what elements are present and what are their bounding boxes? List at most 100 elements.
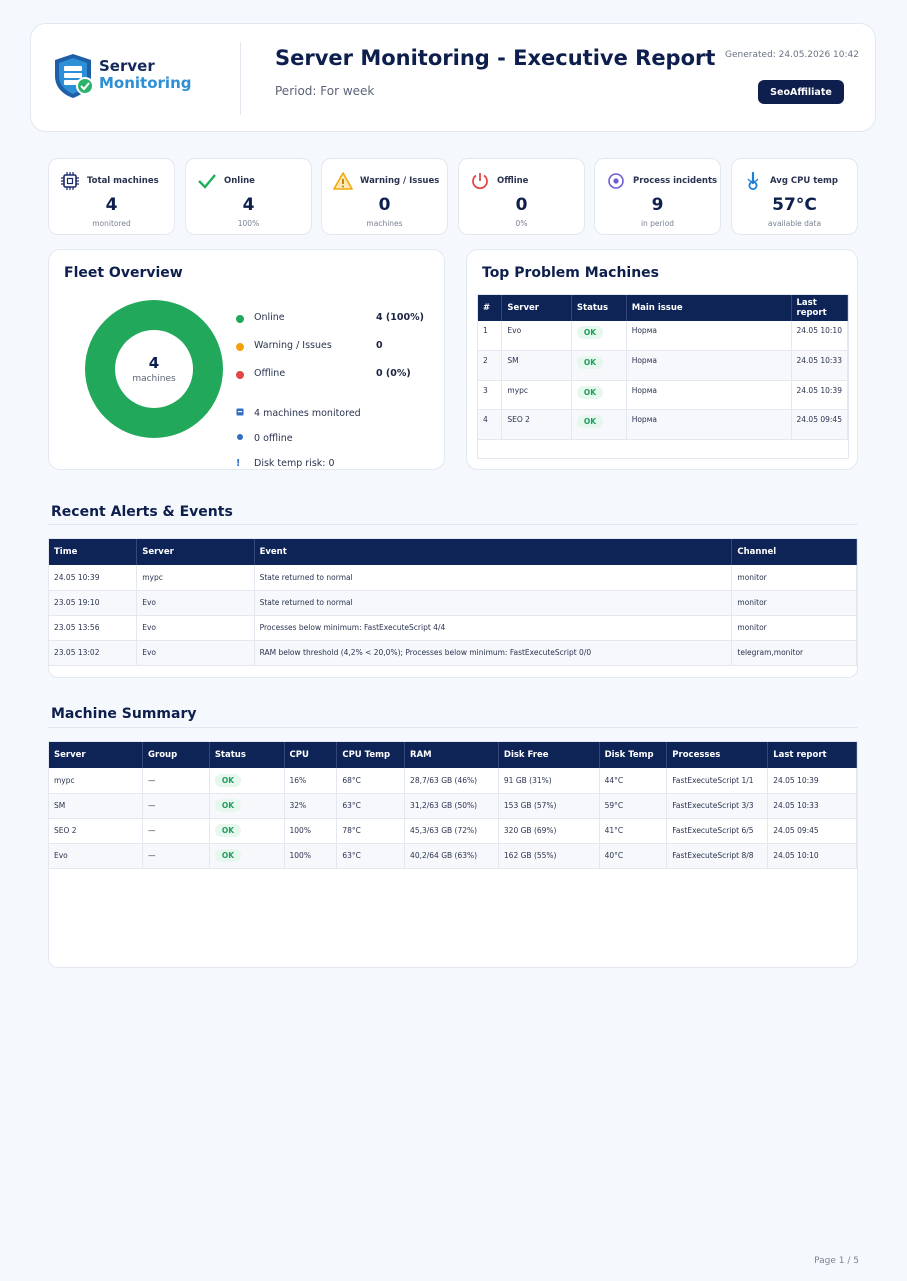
column-header: Status bbox=[209, 742, 285, 768]
cell-last-report: 24.05 10:33 bbox=[791, 350, 848, 381]
donut-center: 4 machines bbox=[114, 354, 194, 384]
cell-cpu: 100% bbox=[284, 818, 338, 844]
kpi-label: Warning / Issues bbox=[360, 176, 440, 186]
kpi-sub: monitored bbox=[92, 219, 131, 228]
legend-offline: Offline 0 (0%) bbox=[236, 368, 426, 382]
column-header: Last report bbox=[791, 295, 848, 321]
table-row: 24.05 10:39 mypc State returned to norma… bbox=[49, 565, 857, 591]
kpi-label: Avg CPU temp bbox=[770, 176, 838, 186]
problems-table-wrapper: # Server Status Main issue Last report 1… bbox=[477, 294, 849, 459]
cell-disk-temp: 41°C bbox=[599, 818, 668, 844]
table-header-row: Time Server Event Channel bbox=[49, 539, 857, 565]
table-row: Evo — OK 100% 63°C 40,2/64 GB (63%) 162 … bbox=[49, 843, 857, 869]
column-header: Disk Free bbox=[498, 742, 600, 768]
cell-last-report: 24.05 09:45 bbox=[791, 409, 848, 440]
cell-ram: 45,3/63 GB (72%) bbox=[404, 818, 499, 844]
recent-alerts-title: Recent Alerts & Events bbox=[51, 504, 233, 520]
cell-main-issue: Норма bbox=[626, 321, 792, 351]
column-header: CPU bbox=[284, 742, 338, 768]
stat-offline: 0 offline bbox=[236, 433, 293, 444]
cell-cpu-temp: 63°C bbox=[336, 843, 406, 869]
donut-center-value: 4 bbox=[148, 354, 160, 372]
cell-last-report: 24.05 10:33 bbox=[767, 793, 857, 819]
column-header: Server bbox=[501, 295, 572, 321]
cell-main-issue: Норма bbox=[626, 409, 792, 440]
kpi-sub: available data bbox=[767, 219, 822, 228]
status-badge: OK bbox=[576, 326, 604, 339]
cell-cpu: 32% bbox=[284, 793, 338, 819]
cell-last-report: 24.05 10:39 bbox=[767, 768, 857, 794]
kpi-value: 0 bbox=[515, 195, 528, 215]
cell-channel: monitor bbox=[731, 590, 857, 616]
table-row: 4 SEO 2 OK Норма 24.05 09:45 bbox=[478, 409, 848, 440]
status-badge: OK bbox=[576, 356, 604, 369]
column-header: Server bbox=[49, 742, 144, 768]
shield-logo-icon bbox=[55, 54, 94, 98]
legend-label: Online bbox=[254, 312, 285, 323]
cell-rank: 2 bbox=[478, 350, 503, 381]
recent-alerts-table-card: Time Server Event Channel 24.05 10:39 my… bbox=[48, 538, 858, 678]
cell-time: 24.05 10:39 bbox=[49, 565, 138, 591]
cell-cpu: 100% bbox=[284, 843, 338, 869]
cell-server: SM bbox=[501, 350, 572, 381]
machine-summary-title: Machine Summary bbox=[51, 706, 197, 722]
cell-cpu: 16% bbox=[284, 768, 338, 794]
cell-disk-free: 320 GB (69%) bbox=[498, 818, 600, 844]
column-header: Time bbox=[49, 539, 138, 565]
check-icon bbox=[196, 170, 218, 192]
section-divider bbox=[48, 727, 858, 728]
status-badge: OK bbox=[576, 415, 604, 428]
cell-status: OK bbox=[571, 409, 627, 440]
table-row: SEO 2 — OK 100% 78°C 45,3/63 GB (72%) 32… bbox=[49, 818, 857, 844]
power-icon bbox=[469, 170, 491, 192]
cell-server: Evo bbox=[136, 590, 255, 616]
warning-icon bbox=[332, 170, 354, 192]
logo-text-line2: Monitoring bbox=[99, 74, 192, 92]
stat-text: 4 machines monitored bbox=[254, 408, 361, 419]
table-row: 3 mypc OK Норма 24.05 10:39 bbox=[478, 380, 848, 410]
legend-value: 0 bbox=[376, 340, 383, 351]
status-badge: OK bbox=[214, 773, 241, 787]
cell-event: Processes below minimum: FastExecuteScri… bbox=[254, 615, 733, 641]
table-row: 23.05 13:56 Evo Processes below minimum:… bbox=[49, 615, 857, 641]
kpi-sub: 0% bbox=[515, 219, 528, 228]
report-period: Period: For week bbox=[275, 84, 375, 98]
cell-last-report: 24.05 09:45 bbox=[767, 818, 857, 844]
kpi-sub: 100% bbox=[237, 219, 260, 228]
cell-cpu-temp: 63°C bbox=[336, 793, 406, 819]
machine-summary-table-card: Server Group Status CPU CPU Temp RAM Dis… bbox=[48, 741, 858, 968]
cell-disk-temp: 40°C bbox=[599, 843, 668, 869]
cell-status: OK bbox=[209, 768, 285, 794]
cell-processes: FastExecuteScript 6/5 bbox=[666, 818, 769, 844]
cell-status: OK bbox=[571, 350, 627, 381]
cell-status: OK bbox=[571, 321, 627, 351]
column-header: CPU Temp bbox=[336, 742, 406, 768]
dot-icon bbox=[236, 433, 254, 444]
kpi-label: Offline bbox=[497, 176, 529, 186]
kpi-card-process-incidents: Process incidents 9 in period bbox=[594, 158, 721, 235]
table-row: SM — OK 32% 63°C 31,2/63 GB (50%) 153 GB… bbox=[49, 793, 857, 819]
kpi-card-warning: Warning / Issues 0 machines bbox=[321, 158, 448, 235]
cell-last-report: 24.05 10:10 bbox=[791, 321, 848, 351]
cell-disk-free: 91 GB (31%) bbox=[498, 768, 600, 794]
cell-group: — bbox=[142, 793, 210, 819]
brand-button[interactable]: SeoAffiliate bbox=[758, 80, 844, 104]
alerts-table: Time Server Event Channel 24.05 10:39 my… bbox=[49, 539, 857, 666]
cell-channel: monitor bbox=[731, 615, 857, 641]
cell-event: State returned to normal bbox=[254, 565, 733, 591]
exclamation-icon: ! bbox=[236, 458, 241, 469]
kpi-value: 4 bbox=[105, 195, 118, 215]
thermometer-icon bbox=[742, 170, 764, 192]
kpi-card-online: Online 4 100% bbox=[185, 158, 312, 235]
legend-warning: Warning / Issues 0 bbox=[236, 340, 426, 354]
kpi-card-total-machines: Total machines 4 monitored bbox=[48, 158, 175, 235]
status-badge: OK bbox=[214, 799, 241, 812]
page-number: Page 1 / 5 bbox=[814, 1256, 859, 1266]
cell-processes: FastExecuteScript 1/1 bbox=[666, 768, 769, 794]
cell-main-issue: Норма bbox=[626, 350, 792, 381]
column-header: # bbox=[478, 295, 503, 321]
stat-text: 0 offline bbox=[254, 433, 293, 444]
cell-server: mypc bbox=[49, 768, 144, 794]
table-row: 23.05 13:02 Evo RAM below threshold (4,2… bbox=[49, 640, 857, 666]
cell-server: SM bbox=[49, 793, 144, 819]
